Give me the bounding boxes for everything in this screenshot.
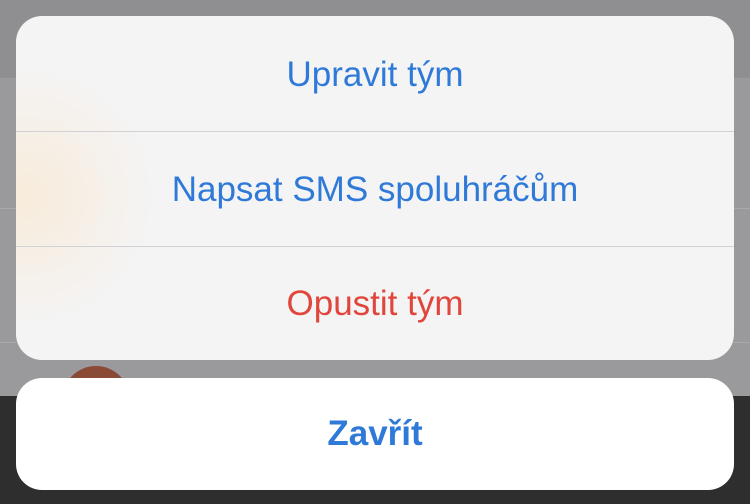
action-sheet-divider — [16, 131, 734, 132]
leave-team-button[interactable]: Opustit tým — [16, 247, 734, 360]
action-sheet-group: Upravit tým Napsat SMS spoluhráčům Opust… — [16, 16, 734, 360]
text-teammates-button[interactable]: Napsat SMS spoluhráčům — [16, 133, 734, 247]
edit-team-button[interactable]: Upravit tým — [16, 18, 734, 132]
close-button[interactable]: Zavřít — [16, 378, 734, 490]
